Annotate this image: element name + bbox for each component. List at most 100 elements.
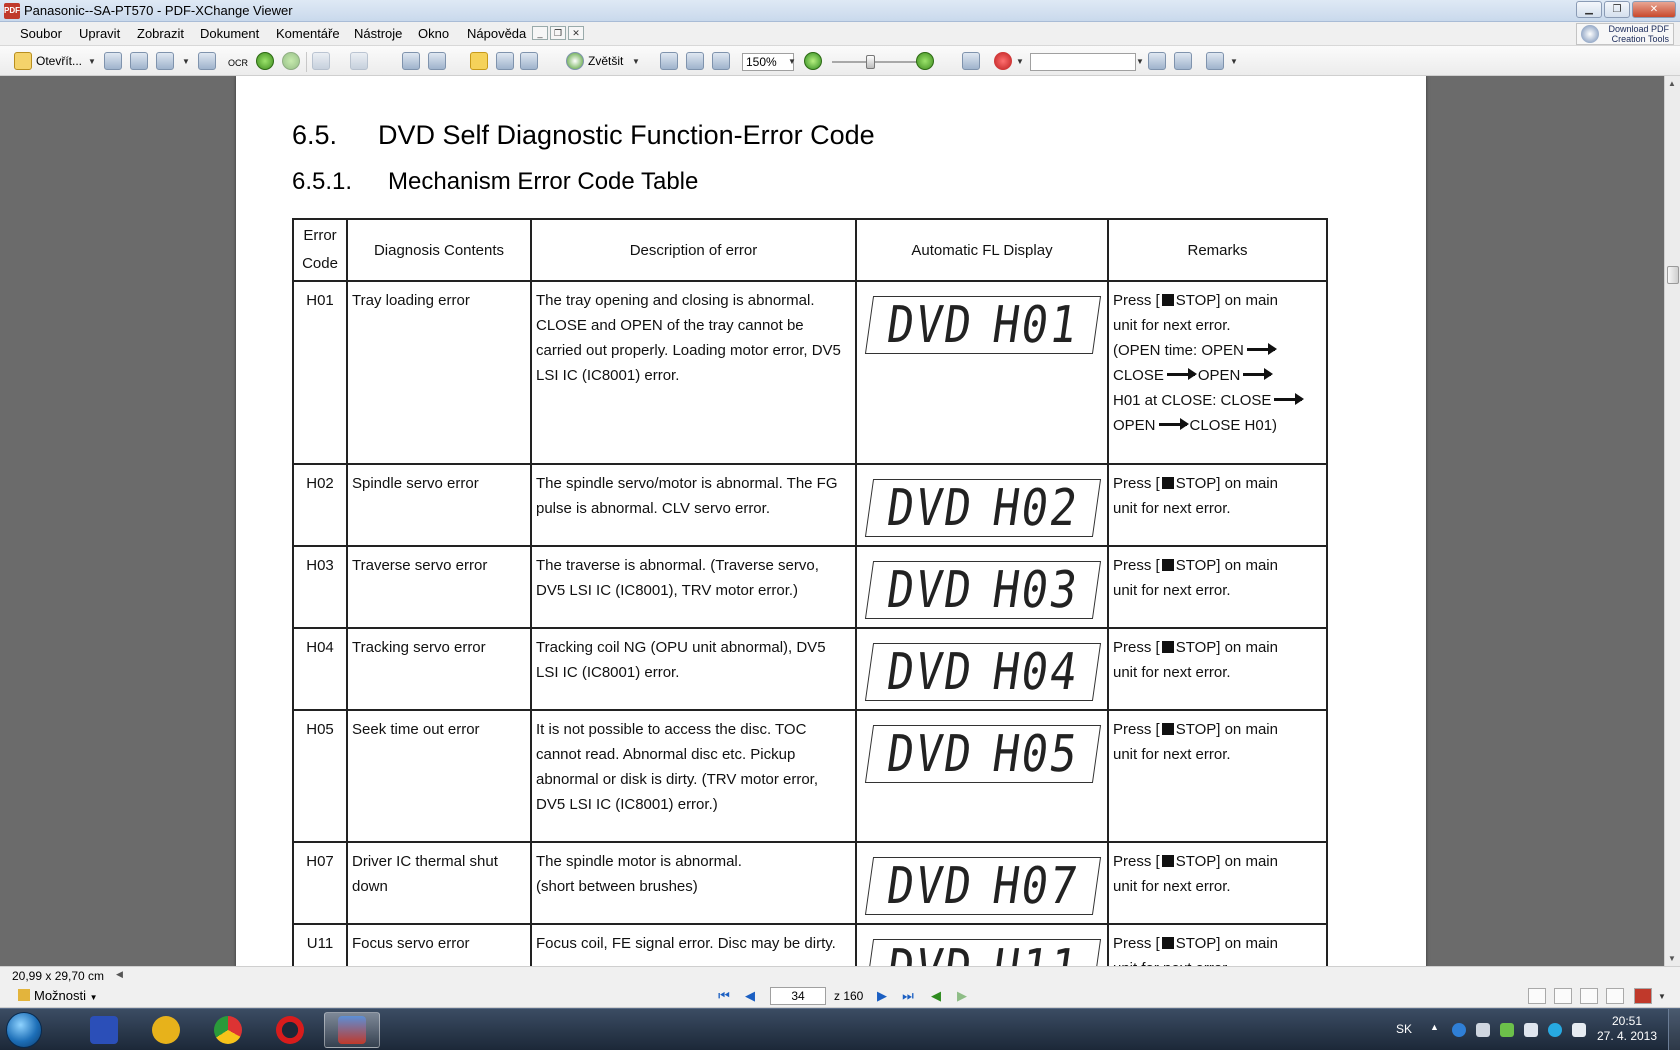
fit-width-icon[interactable] [712, 52, 730, 70]
vertical-scrollbar[interactable]: ▲ ▼ [1664, 76, 1680, 966]
select-text-icon[interactable] [520, 52, 538, 70]
chevron-down-icon[interactable]: ▼ [788, 57, 796, 66]
scroll-up-icon[interactable]: ▲ [1668, 79, 1676, 88]
rotate-right-icon[interactable] [428, 52, 446, 70]
minimize-button[interactable]: ▁ [1576, 1, 1602, 18]
facing-view-icon[interactable] [1580, 988, 1598, 1004]
menu-tools[interactable]: Nástroje [354, 26, 402, 41]
continuous-facing-view-icon[interactable] [1606, 988, 1624, 1004]
description: The spindle servo/motor is abnormal. The… [530, 463, 857, 547]
scan-icon[interactable] [198, 52, 216, 70]
page-number-input[interactable]: 34 [770, 987, 826, 1005]
menu-edit[interactable]: Upravit [79, 26, 120, 41]
next-page-icon[interactable]: ▶ [874, 989, 890, 1003]
rotate-left-icon[interactable] [402, 52, 420, 70]
fl-display-cell: DVD H07 [855, 841, 1109, 925]
fl-display-cell: DVD H02 [855, 463, 1109, 547]
show-desktop-button[interactable] [1668, 1009, 1680, 1050]
chevron-down-icon[interactable]: ▼ [182, 57, 190, 66]
action-center-icon[interactable] [1572, 1023, 1586, 1037]
error-code: H02 [292, 463, 348, 547]
search-prev-icon[interactable] [1148, 52, 1166, 70]
menu-help[interactable]: Nápověda [467, 26, 526, 41]
fit-page-icon[interactable] [686, 52, 704, 70]
doc-close-button[interactable]: ✕ [568, 26, 584, 40]
table-row: H01 Tray loading error The tray opening … [292, 280, 1328, 465]
menu-window[interactable]: Okno [418, 26, 449, 41]
zoom-in-icon[interactable] [566, 52, 584, 70]
back-arrow-icon[interactable] [256, 52, 274, 70]
actual-size-icon[interactable] [660, 52, 678, 70]
pdf-icon[interactable] [1634, 988, 1652, 1004]
fl-right: H05 [988, 724, 1083, 784]
taskbar-opera[interactable] [262, 1012, 318, 1048]
volume-icon[interactable] [1476, 1023, 1490, 1037]
restore-button[interactable]: ❐ [1604, 1, 1630, 18]
open-folder-icon[interactable] [14, 52, 32, 70]
hand-tool-icon[interactable] [470, 52, 488, 70]
description: The tray opening and closing is abnormal… [530, 280, 857, 465]
zoom-in-label[interactable]: Zvětšit [588, 54, 623, 68]
chevron-down-icon[interactable]: ▼ [632, 57, 640, 66]
table-row: H02 Spindle servo error The spindle serv… [292, 463, 1328, 547]
save-icon[interactable] [104, 52, 122, 70]
language-indicator[interactable]: SK [1396, 1022, 1412, 1036]
description: The spindle motor is abnormal. (short be… [530, 841, 857, 925]
find-icon[interactable] [962, 52, 980, 70]
clock[interactable]: 20:51 27. 4. 2013 [1596, 1014, 1658, 1044]
chevron-down-icon[interactable]: ▼ [1016, 57, 1024, 66]
document-view[interactable]: 6.5. DVD Self Diagnostic Function-Error C… [0, 76, 1664, 966]
options-button[interactable]: Možnosti ▼ [18, 988, 98, 1003]
network-icon[interactable] [1524, 1023, 1538, 1037]
taskbar-warning-app[interactable] [138, 1012, 194, 1048]
app-icon: PDF [4, 3, 20, 19]
chevron-down-icon[interactable]: ▼ [88, 57, 96, 66]
tray-expand-icon[interactable]: ▲ [1430, 1022, 1439, 1032]
start-button[interactable] [6, 1012, 42, 1048]
first-page-icon[interactable]: ⏮ [716, 989, 732, 1003]
redo-icon[interactable] [350, 52, 368, 70]
close-button[interactable]: ✕ [1632, 1, 1676, 18]
zoom-slider-track[interactable] [832, 61, 922, 63]
ocr-button[interactable]: OCR [228, 58, 248, 68]
continuous-view-icon[interactable] [1554, 988, 1572, 1004]
menu-file[interactable]: Soubor [20, 26, 62, 41]
chevron-down-icon[interactable]: ▼ [1230, 57, 1238, 66]
menu-comments[interactable]: Komentáře [276, 26, 340, 41]
zoom-slider-thumb[interactable] [866, 55, 875, 69]
ask-icon[interactable] [994, 52, 1012, 70]
search-next-icon[interactable] [1174, 52, 1192, 70]
doc-minimize-button[interactable]: _ [532, 26, 548, 40]
zoom-out-icon[interactable] [804, 52, 822, 70]
taskbar-chrome[interactable] [200, 1012, 256, 1048]
taskbar-floppy-app[interactable] [76, 1012, 132, 1048]
chevron-down-icon[interactable]: ▼ [1136, 57, 1144, 66]
forward-view-icon[interactable]: ▶ [954, 989, 970, 1003]
tray-green-icon[interactable] [1500, 1023, 1514, 1037]
menu-document[interactable]: Dokument [200, 26, 259, 41]
previous-page-icon[interactable]: ◀ [742, 989, 758, 1003]
tray-app-icon[interactable] [1452, 1023, 1466, 1037]
taskbar-pdf-viewer[interactable] [324, 1012, 380, 1048]
email-icon[interactable] [156, 52, 174, 70]
single-page-view-icon[interactable] [1528, 988, 1546, 1004]
chevron-down-icon[interactable]: ▼ [1658, 992, 1666, 1001]
customize-toolbar-icon[interactable] [1206, 52, 1224, 70]
back-view-icon[interactable]: ◀ [928, 989, 944, 1003]
zoom-plus-icon[interactable] [916, 52, 934, 70]
open-button-label[interactable]: Otevřít... [36, 54, 82, 68]
undo-icon[interactable] [312, 52, 330, 70]
doc-restore-button[interactable]: ❐ [550, 26, 566, 40]
zoom-level-input[interactable]: 150% [742, 53, 794, 71]
search-input[interactable] [1030, 53, 1136, 71]
scrollbar-thumb[interactable] [1667, 266, 1679, 284]
download-pdf-tools-button[interactable]: Download PDF Creation Tools [1576, 23, 1674, 45]
forward-arrow-icon[interactable] [282, 52, 300, 70]
scroll-down-icon[interactable]: ▼ [1668, 954, 1676, 963]
menu-view[interactable]: Zobrazit [137, 26, 184, 41]
chevron-left-icon[interactable]: ◀ [116, 969, 123, 980]
last-page-icon[interactable]: ⏭ [900, 989, 916, 1003]
snapshot-icon[interactable] [496, 52, 514, 70]
print-icon[interactable] [130, 52, 148, 70]
skype-icon[interactable] [1548, 1023, 1562, 1037]
